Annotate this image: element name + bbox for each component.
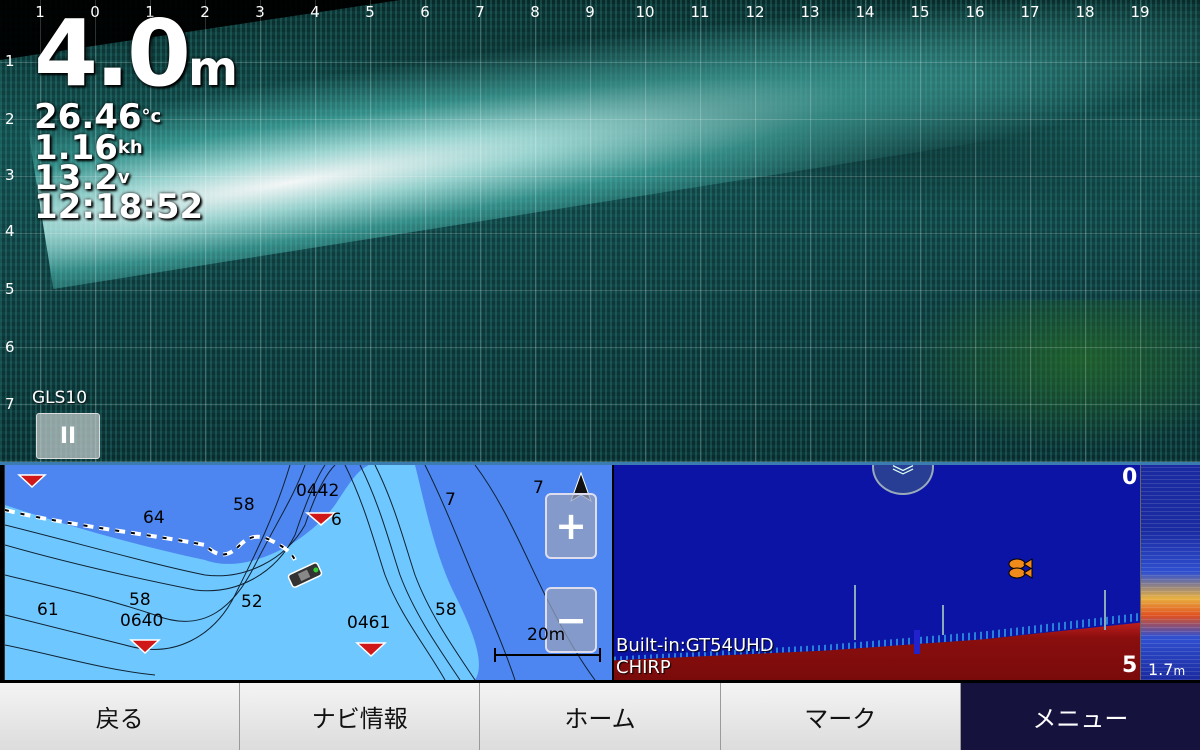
x-tick: 9 (585, 3, 595, 21)
contour-label: 58 (233, 495, 255, 515)
waypoint-marker[interactable] (17, 474, 47, 489)
x-tick: 8 (530, 3, 540, 21)
waypoint-label: 0442 (296, 481, 340, 501)
contour-label: 58 (129, 590, 151, 610)
pause-icon: II (59, 423, 77, 449)
grid-line (260, 0, 261, 462)
contour-label: 58 (435, 600, 457, 620)
back-button[interactable]: 戻る (0, 683, 241, 750)
x-tick: 12 (745, 3, 765, 21)
grid-line (0, 347, 1200, 348)
grid-line (645, 0, 646, 462)
x-tick: 18 (1075, 3, 1095, 21)
x-tick: 17 (1020, 3, 1040, 21)
x-tick: 13 (800, 3, 820, 21)
speed-unit: kh (117, 137, 143, 158)
fish-icon (1008, 558, 1033, 579)
grid-line (590, 0, 591, 462)
waypoint-label: 0640 (120, 611, 164, 631)
contour-label: 52 (241, 592, 263, 612)
y-tick: 1 (5, 52, 15, 70)
amode-readout: 1.7m (1148, 660, 1186, 679)
grid-line (975, 0, 976, 462)
sonar-pane[interactable]: ︾ 0 5 Built-in:GT54UHD CHIRP (614, 465, 1140, 680)
home-button[interactable]: ホーム (480, 683, 721, 750)
grid-line (370, 0, 371, 462)
chartplotter-screen: 1 0 1 2 3 4 5 6 7 8 9 10 11 12 13 14 15 … (0, 0, 1200, 750)
grid-line (0, 176, 1200, 177)
contour-label: 6 (331, 510, 342, 530)
mark-button[interactable]: マーク (720, 683, 961, 750)
x-tick: 16 (965, 3, 985, 21)
x-tick: 15 (910, 3, 930, 21)
x-tick: 3 (255, 3, 265, 21)
y-tick: 5 (5, 280, 15, 298)
grid-line (0, 404, 1200, 405)
contour-label: 7 (533, 478, 544, 498)
contour-label: 61 (37, 600, 59, 620)
bottom-nav-bar: 戻る ナビ情報 ホーム マーク メニュー (0, 683, 1200, 750)
grid-line (0, 119, 1200, 120)
bottom-range-label: 5 (1122, 653, 1138, 678)
transducer-label: GLS10 (32, 388, 88, 408)
zoom-in-button[interactable]: + (545, 493, 597, 559)
y-tick: 3 (5, 166, 15, 184)
time-readout: 12:18:52 (34, 187, 204, 227)
grid-line (700, 0, 701, 462)
x-tick: 10 (635, 3, 655, 21)
y-tick: 7 (5, 395, 15, 413)
y-tick: 6 (5, 338, 15, 356)
sonar-transducer-label: Built-in:GT54UHD (616, 635, 774, 656)
contour-label: 64 (143, 508, 165, 528)
grid-line (1030, 0, 1031, 462)
y-tick: 4 (5, 222, 15, 240)
x-tick: 11 (690, 3, 710, 21)
menu-button[interactable]: メニュー (960, 683, 1200, 750)
grid-line (755, 0, 756, 462)
grid-line (1140, 0, 1141, 462)
grid-line (1085, 0, 1086, 462)
contour-label: 7 (445, 490, 456, 510)
grid-line (0, 290, 1200, 291)
water-temp-unit: °c (141, 106, 162, 127)
grid-line (480, 0, 481, 462)
sonar-mode-label: CHIRP (616, 657, 671, 678)
depth-value: 4.0 (34, 0, 191, 107)
voltage-unit: v (117, 167, 130, 188)
x-tick: 5 (365, 3, 375, 21)
scale-label: 20m (527, 625, 566, 645)
pause-button[interactable]: II (36, 413, 100, 459)
x-tick: 7 (475, 3, 485, 21)
grid-line (865, 0, 866, 462)
chevron-down-icon[interactable]: ︾ (872, 465, 934, 495)
top-range-label: 0 (1122, 465, 1138, 490)
grid-line (810, 0, 811, 462)
grid-line (0, 233, 1200, 234)
x-tick: 19 (1130, 3, 1150, 21)
grid-line (920, 0, 921, 462)
x-tick: 4 (310, 3, 320, 21)
grid-line (535, 0, 536, 462)
x-tick: 14 (855, 3, 875, 21)
grid-line (425, 0, 426, 462)
depth-unit: m (187, 41, 238, 97)
amode-bar (1140, 465, 1200, 680)
livescope-pane[interactable]: 1 0 1 2 3 4 5 6 7 8 9 10 11 12 13 14 15 … (0, 0, 1200, 462)
x-tick: 6 (420, 3, 430, 21)
nav-info-button[interactable]: ナビ情報 (240, 683, 481, 750)
chart-map-pane[interactable]: 64 58 6 7 61 58 52 58 7 0442 0640 0461 +… (4, 465, 612, 680)
waypoint-label: 0461 (347, 613, 391, 633)
y-tick: 2 (5, 110, 15, 128)
grid-line (315, 0, 316, 462)
